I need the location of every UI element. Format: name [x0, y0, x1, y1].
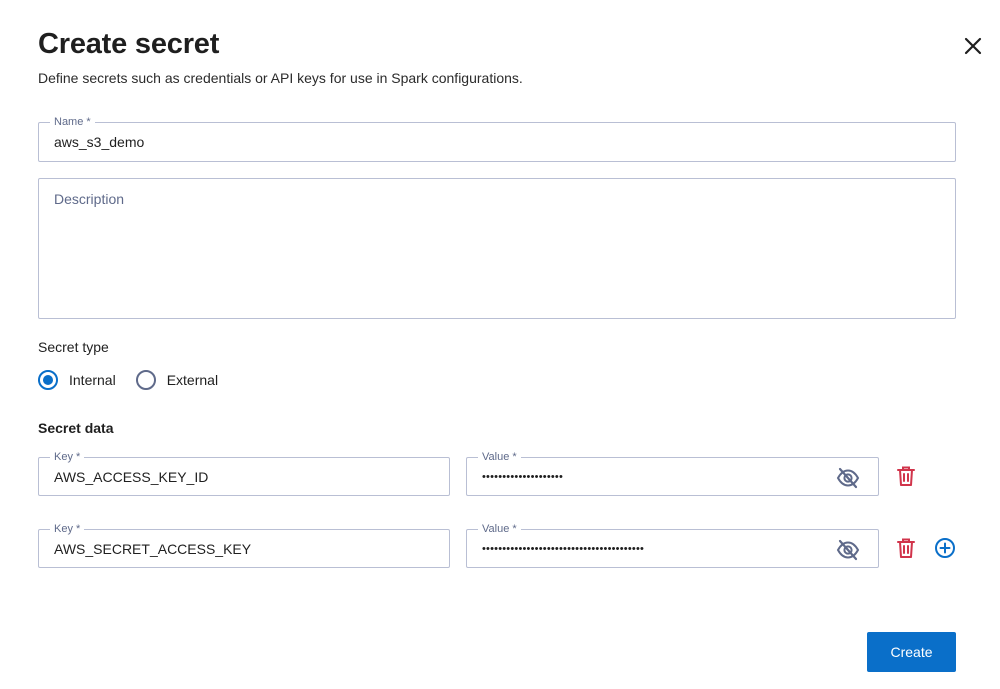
name-field-value: aws_s3_demo: [54, 134, 145, 150]
radio-external-label[interactable]: External: [167, 372, 218, 388]
secret-type-radio-group: Internal External: [38, 369, 238, 391]
eye-off-icon: [836, 539, 860, 561]
radio-external[interactable]: [135, 370, 156, 390]
plus-circle-icon: [935, 538, 955, 558]
value-field-1[interactable]: Value * ••••••••••••••••••••: [466, 450, 879, 496]
dialog-title: Create secret: [38, 28, 220, 60]
secret-data-label: Secret data: [38, 420, 114, 436]
radio-internal-label[interactable]: Internal: [69, 372, 116, 388]
close-icon: [964, 37, 982, 55]
name-field[interactable]: Name * aws_s3_demo: [38, 115, 956, 162]
key-field-1[interactable]: Key * AWS_ACCESS_KEY_ID: [38, 450, 450, 496]
key-field-2-value: AWS_SECRET_ACCESS_KEY: [54, 540, 252, 557]
key-field-2[interactable]: Key * AWS_SECRET_ACCESS_KEY: [38, 522, 450, 568]
value-field-1-masked: ••••••••••••••••••••: [482, 470, 564, 483]
key-field-1-value: AWS_ACCESS_KEY_ID: [54, 468, 209, 485]
trash-icon: [897, 466, 915, 486]
toggle-visibility-button-1[interactable]: [836, 467, 860, 489]
trash-icon: [897, 538, 915, 558]
description-field[interactable]: Description: [38, 178, 956, 319]
eye-off-icon: [836, 467, 860, 489]
secret-type-label: Secret type: [38, 339, 109, 355]
delete-row-button-2[interactable]: [895, 537, 917, 559]
dialog-subtitle: Define secrets such as credentials or AP…: [38, 70, 523, 86]
value-field-2-masked: ••••••••••••••••••••••••••••••••••••••••: [482, 542, 645, 555]
create-button[interactable]: Create: [867, 632, 956, 672]
delete-row-button-1[interactable]: [895, 465, 917, 487]
toggle-visibility-button-2[interactable]: [836, 539, 860, 561]
description-placeholder: Description: [54, 191, 125, 207]
radio-internal[interactable]: [38, 370, 58, 390]
value-field-2[interactable]: Value * ••••••••••••••••••••••••••••••••…: [466, 522, 879, 568]
add-row-button[interactable]: [934, 537, 956, 559]
close-button[interactable]: [961, 34, 985, 58]
